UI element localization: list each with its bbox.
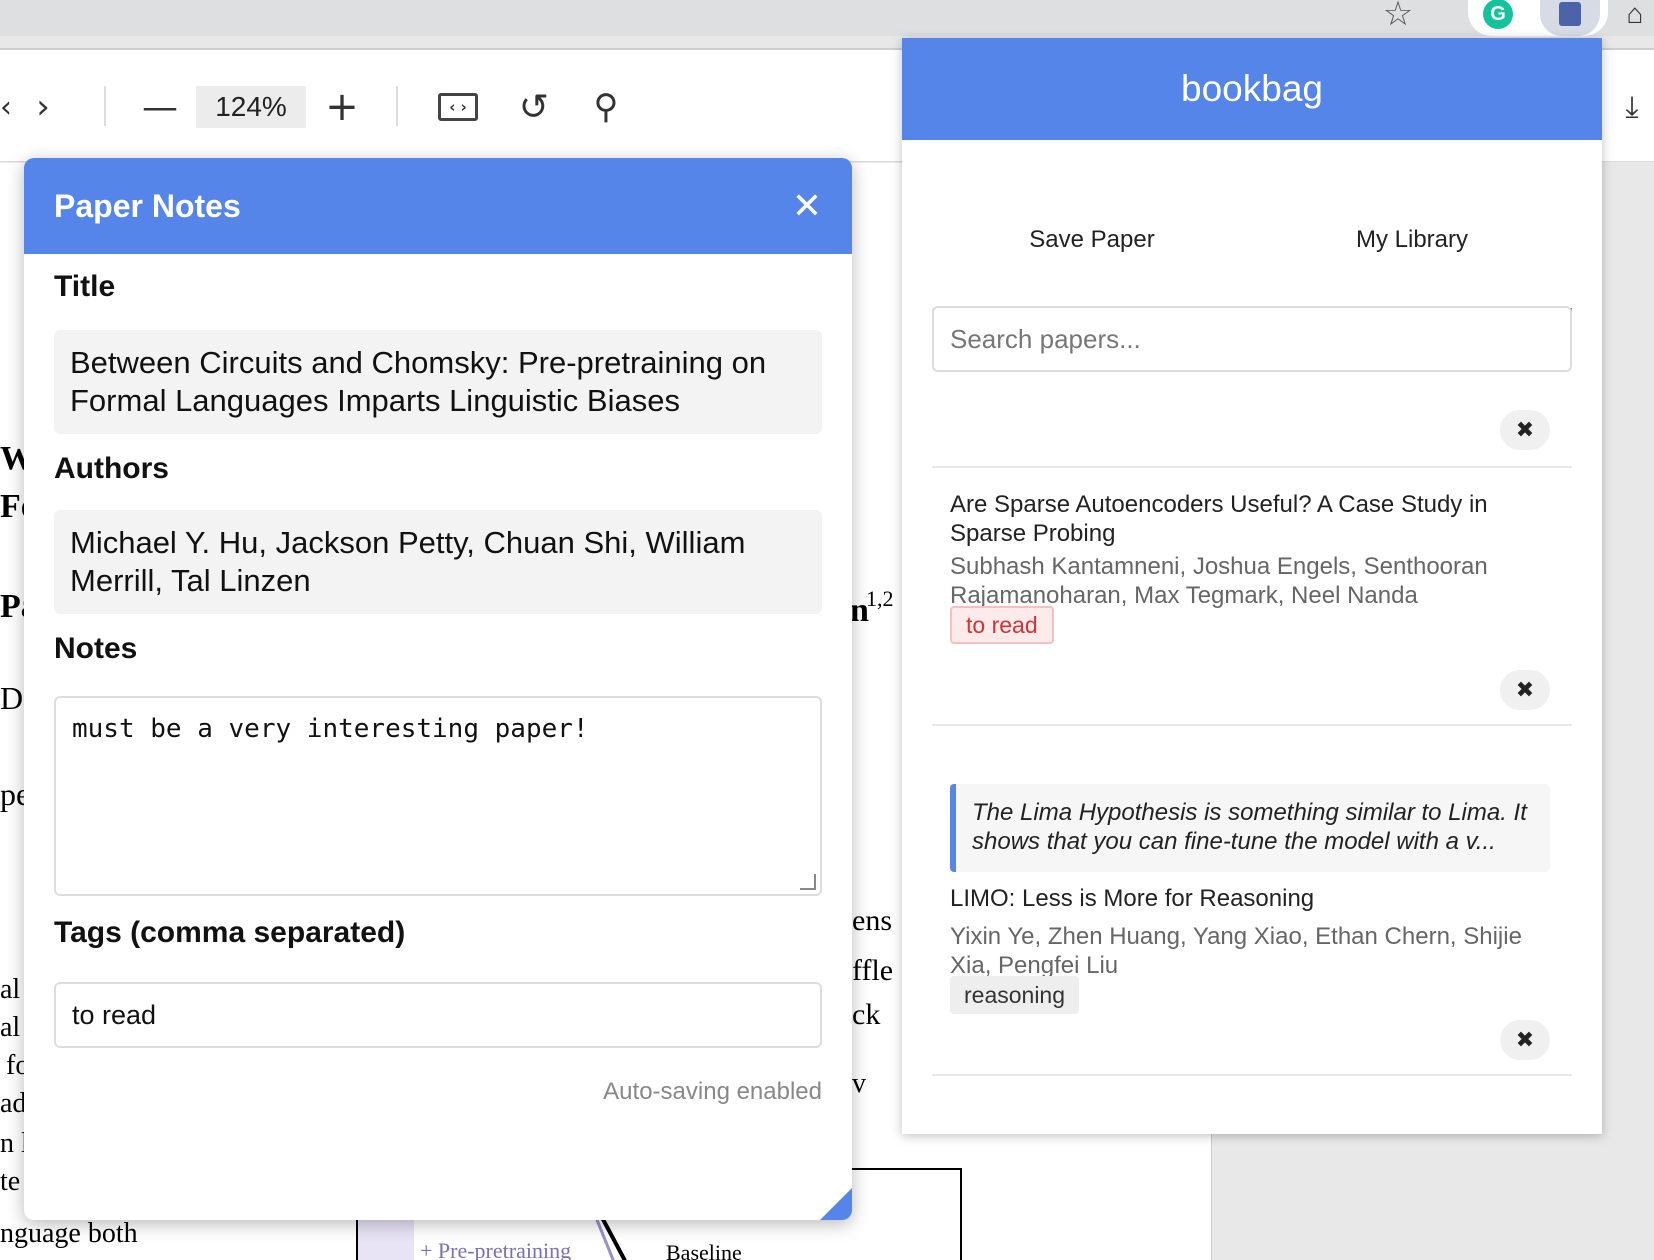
paper-authors: Yixin Ye, Zhen Huang, Yang Xiao, Ethan C… xyxy=(950,923,1522,979)
rotate-icon[interactable]: ↺ xyxy=(512,50,556,164)
paper-note-preview: The Lima Hypothesis is something similar… xyxy=(950,784,1550,872)
delete-paper-button[interactable]: ✖ xyxy=(1500,1020,1550,1060)
fit-page-icon[interactable]: ‹ › xyxy=(436,50,480,164)
notes-text: must be a very interesting paper! xyxy=(72,714,589,744)
paper-authors: Subhash Kantamneni, Joshua Engels, Senth… xyxy=(950,553,1488,609)
tab-strip xyxy=(0,0,1444,36)
pdf-text-fragment: ffle xyxy=(852,954,894,987)
pdf-text-fragment: ens xyxy=(852,904,892,937)
toolbar-divider xyxy=(104,86,106,126)
close-icon[interactable]: ✕ xyxy=(792,186,822,227)
delete-paper-button[interactable]: ✖ xyxy=(1500,410,1550,450)
notes-textarea[interactable]: must be a very interesting paper! xyxy=(54,696,822,896)
pdf-text-fragment: ck xyxy=(852,998,881,1031)
zoom-level-input[interactable]: 124% xyxy=(196,86,306,128)
paper-title[interactable]: Are Sparse Autoencoders Useful? A Case S… xyxy=(950,490,1540,548)
download-icon[interactable]: ⤓ xyxy=(1610,50,1654,164)
pdf-text-fragment: 1,2 xyxy=(866,586,894,611)
tags-input[interactable]: to read xyxy=(54,982,822,1048)
bookbag-extension-icon[interactable] xyxy=(1538,0,1602,36)
title-label: Title xyxy=(54,270,116,303)
tab-my-library[interactable]: My Library xyxy=(1252,194,1572,312)
resize-corner-icon[interactable] xyxy=(820,1188,852,1220)
paper-notes-panel: Paper Notes ✕ Title Between Circuits and… xyxy=(24,158,852,1220)
pdf-text-fragment: al xyxy=(0,1012,21,1043)
list-divider xyxy=(932,724,1572,726)
grammarly-icon[interactable]: G xyxy=(1478,0,1518,34)
resize-handle-icon[interactable] xyxy=(800,874,816,890)
tag-badge: reasoning xyxy=(950,976,1080,1014)
paper-notes-title: Paper Notes xyxy=(54,187,241,224)
previous-page-icon[interactable]: ‹ xyxy=(0,50,12,164)
pdf-text-fragment: v xyxy=(852,1068,866,1099)
next-page-icon[interactable]: › xyxy=(28,50,58,164)
bookbag-panel: bookbag Save Paper My Library ✖ Are Spar… xyxy=(902,38,1602,1134)
title-field[interactable]: Between Circuits and Chomsky: Pre-pretra… xyxy=(54,330,822,434)
paper-title[interactable]: LIMO: Less is More for Reasoning xyxy=(950,884,1540,913)
pdf-text-fragment: te xyxy=(0,1166,21,1197)
pdf-text-fragment: ad xyxy=(0,1088,27,1119)
figure-plot-shade xyxy=(358,1218,414,1260)
tags-label: Tags (comma separated) xyxy=(54,916,406,949)
list-divider xyxy=(932,1074,1572,1076)
search-input[interactable] xyxy=(932,306,1572,372)
pdf-text-fragment: nguage both xyxy=(0,1218,138,1249)
tab-save-paper[interactable]: Save Paper xyxy=(932,194,1252,286)
bookbag-header: bookbag xyxy=(902,38,1602,140)
search-icon[interactable]: ⚲ xyxy=(584,50,628,164)
toolbar-divider xyxy=(396,86,398,126)
bookbag-tabs: Save Paper My Library xyxy=(932,216,1572,312)
tag-badge: to read xyxy=(950,606,1054,644)
delete-paper-button[interactable]: ✖ xyxy=(1500,670,1550,710)
extension-icon[interactable]: ⌂ xyxy=(1616,0,1654,34)
zoom-out-icon[interactable]: — xyxy=(138,50,182,164)
authors-label: Authors xyxy=(54,452,169,485)
authors-field[interactable]: Michael Y. Hu, Jackson Petty, Chuan Shi,… xyxy=(54,510,822,614)
zoom-in-icon[interactable]: + xyxy=(320,50,364,164)
notes-label: Notes xyxy=(54,632,138,665)
autosave-status: Auto-saving enabled xyxy=(603,1078,822,1105)
paper-notes-header: Paper Notes ✕ xyxy=(24,158,852,254)
bookmark-star-icon[interactable]: ☆ xyxy=(1378,0,1418,34)
list-divider xyxy=(932,466,1572,468)
